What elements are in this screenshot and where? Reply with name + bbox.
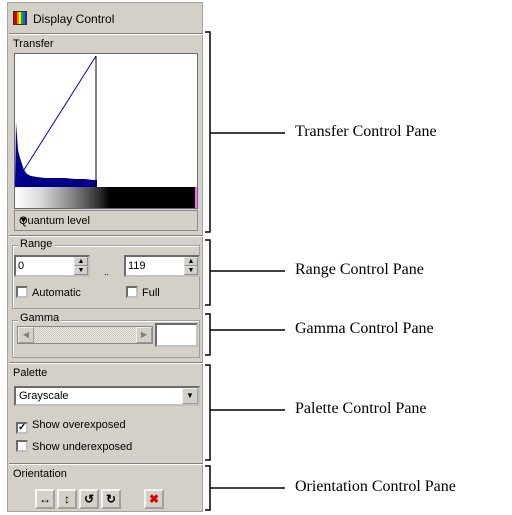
chevron-down-icon[interactable]: ▼ [182, 388, 198, 404]
separator [9, 33, 203, 35]
palette-select[interactable]: Grayscale ▼ [14, 386, 200, 406]
scroll-left-icon[interactable]: ◀ [18, 327, 34, 343]
gamma-slider[interactable]: ◀ ▶ [17, 326, 153, 344]
spin-down-icon[interactable]: ▼ [184, 266, 198, 275]
spin-up-icon[interactable]: ▲ [184, 257, 198, 266]
full-checkbox[interactable]: Full [126, 286, 160, 299]
spin-down-icon[interactable]: ▼ [74, 266, 88, 275]
palette-selected-value: Grayscale [19, 390, 69, 402]
range-max-spinner[interactable]: 119 ▲ ▼ [124, 255, 200, 277]
show-overexposed-label: Show overexposed [32, 419, 126, 431]
show-overexposed-checkbox[interactable]: ✓ Show overexposed [16, 419, 126, 434]
orientation-label: Orientation [13, 468, 67, 480]
full-label: Full [142, 287, 160, 299]
show-underexposed-checkbox[interactable]: Show underexposed [16, 440, 132, 453]
scroll-right-icon[interactable]: ▶ [136, 327, 152, 343]
gamma-pane-callout: Gamma Control Pane [295, 320, 434, 337]
reset-orientation-icon[interactable]: ✖ [144, 489, 164, 509]
separator [9, 362, 203, 364]
automatic-label: Automatic [32, 287, 81, 299]
show-underexposed-label: Show underexposed [32, 441, 133, 453]
transfer-label: Transfer [13, 38, 54, 50]
window-title: Display Control [33, 12, 115, 26]
gamma-label: Gamma [18, 312, 62, 324]
checkbox-icon [126, 286, 138, 298]
transfer-curve [15, 55, 97, 185]
flip-horizontal-icon[interactable]: ↔ [35, 489, 55, 509]
grayscale-ramp [15, 187, 197, 208]
orientation-pane-callout: Orientation Control Pane [295, 478, 456, 495]
palette-icon [13, 11, 27, 25]
flip-vertical-icon[interactable]: ↕ [57, 489, 77, 509]
orientation-bracket [205, 465, 285, 511]
range-separator: .. [104, 267, 110, 277]
automatic-checkbox[interactable]: Automatic [16, 286, 81, 299]
histogram [15, 122, 97, 187]
rotate-cw-icon[interactable]: ↻ [101, 489, 121, 509]
separator [9, 235, 203, 237]
gamma-bracket [205, 313, 285, 356]
range-min-spinner[interactable]: 0 ▲ ▼ [14, 255, 90, 277]
palette-label: Palette [13, 367, 48, 379]
palette-pane-callout: Palette Control Pane [295, 400, 427, 417]
range-bracket [205, 239, 285, 306]
range-min-value: 0 [18, 260, 25, 272]
rotate-ccw-icon[interactable]: ↺ [79, 489, 99, 509]
transfer-mode-dropdown[interactable]: Quantum level ▼ [14, 210, 198, 231]
transfer-bracket [205, 31, 285, 233]
display-control-panel: Display Control Transfer Quantum level ▼… [7, 2, 203, 512]
checkbox-icon [16, 286, 28, 298]
separator [9, 463, 203, 465]
gamma-value-field[interactable] [155, 323, 198, 347]
transfer-histogram-view[interactable] [14, 53, 198, 209]
chevron-down-icon: ▼ [19, 215, 28, 225]
palette-bracket [205, 364, 285, 461]
range-pane-callout: Range Control Pane [295, 261, 424, 278]
title-bar: Display Control [8, 3, 204, 33]
range-max-value: 119 [128, 260, 146, 272]
transfer-pane-callout: Transfer Control Pane [295, 123, 437, 140]
checkmark-icon: ✓ [16, 422, 28, 434]
spin-up-icon[interactable]: ▲ [74, 257, 88, 266]
checkbox-icon [16, 440, 28, 452]
range-label: Range [18, 238, 55, 250]
